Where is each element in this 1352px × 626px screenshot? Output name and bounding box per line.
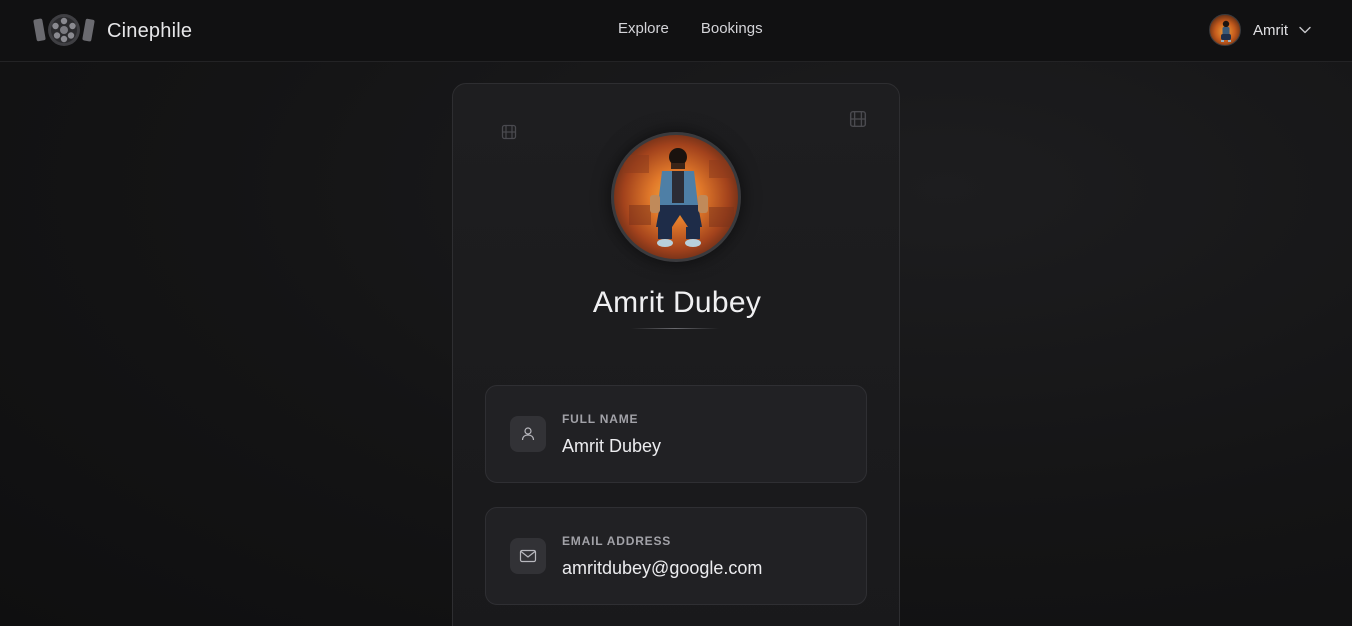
email-value: amritdubey@google.com	[562, 558, 763, 578]
mail-icon	[510, 538, 546, 574]
user-name: Amrit	[1253, 21, 1288, 39]
full-name-value: Amrit Dubey	[562, 436, 662, 456]
nav-explore[interactable]: Explore	[618, 20, 669, 37]
brand-name: Cinephile	[107, 19, 193, 42]
film-reel-logo	[33, 13, 95, 49]
profile-display-name: Amrit Dubey	[592, 286, 762, 319]
film-strip-icon	[849, 110, 867, 128]
email-label: EMAIL ADDRESS	[562, 534, 672, 548]
user-menu[interactable]: Amrit	[1209, 14, 1312, 46]
top-navbar: Cinephile Explore Bookings Amrit	[0, 0, 1352, 62]
email-field: EMAIL ADDRESS amritdubey@google.com	[485, 507, 867, 605]
nav-bookings[interactable]: Bookings	[701, 20, 763, 37]
user-icon	[510, 416, 546, 452]
divider	[631, 328, 719, 329]
full-name-field: FULL NAME Amrit Dubey	[485, 385, 867, 483]
profile-card: Amrit Dubey FULL NAME Amrit Dubey EMAIL …	[452, 83, 900, 626]
chevron-down-icon[interactable]	[1298, 23, 1312, 37]
user-avatar	[1209, 14, 1241, 46]
main-nav: Explore Bookings	[618, 20, 763, 37]
film-strip-icon	[501, 124, 517, 140]
profile-avatar	[611, 132, 741, 262]
full-name-label: FULL NAME	[562, 412, 639, 426]
brand[interactable]: Cinephile	[33, 13, 192, 49]
